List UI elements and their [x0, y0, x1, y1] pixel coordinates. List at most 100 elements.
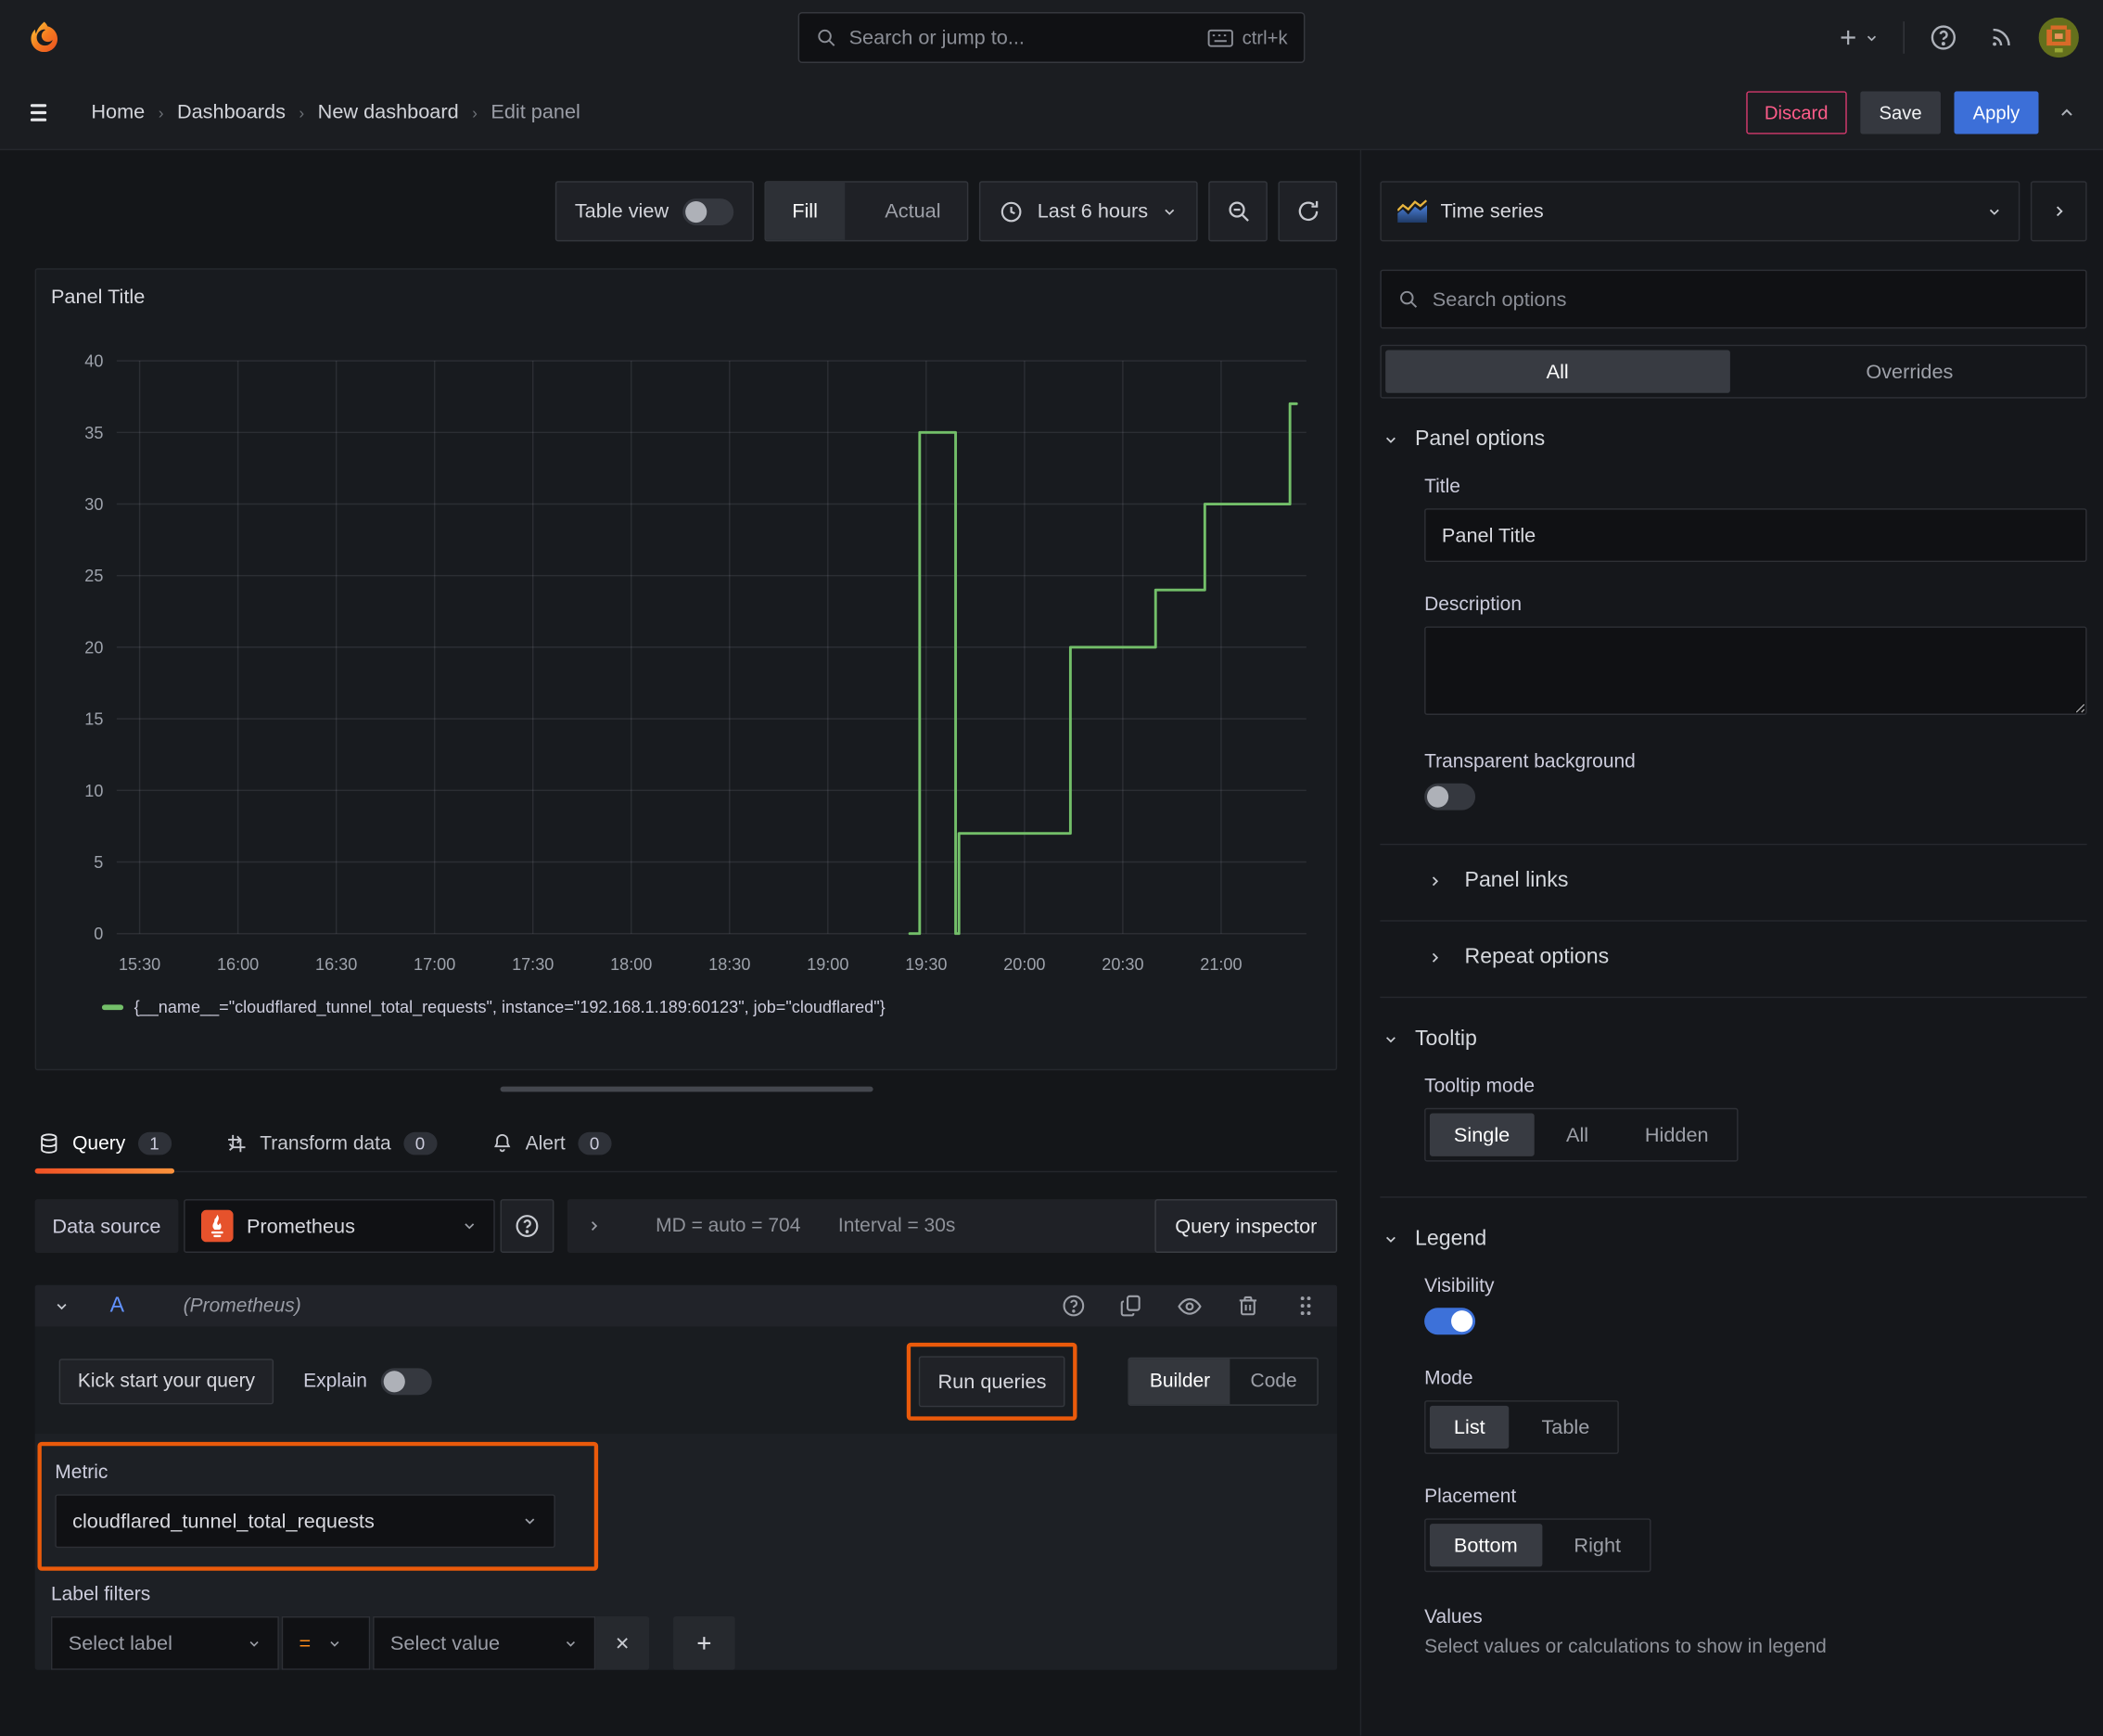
tooltip-section-title: Tooltip [1414, 1027, 1477, 1051]
legend-series-label[interactable]: {__name__="cloudflared_tunnel_total_requ… [134, 998, 886, 1016]
options-scope-tabs: All Overrides [1380, 344, 2087, 399]
query-a-header[interactable]: A (Prometheus) [34, 1284, 1338, 1327]
breadcrumb-dashboards[interactable]: Dashboards [177, 100, 286, 123]
tab-overrides[interactable]: Overrides [1738, 351, 2082, 393]
legend-visibility-toggle[interactable] [1424, 1308, 1476, 1335]
description-textarea[interactable] [1424, 626, 2087, 715]
chevron-right-icon [1432, 876, 1439, 887]
refresh-button[interactable] [1278, 181, 1338, 242]
panel-title[interactable]: Panel Title [51, 286, 1319, 309]
tab-query-label: Query [72, 1132, 126, 1155]
transparent-background-toggle[interactable] [1424, 783, 1476, 811]
remove-filter-button[interactable] [595, 1615, 650, 1670]
tab-alert[interactable]: Alert 0 [488, 1131, 614, 1171]
table-view-toggle[interactable] [682, 198, 733, 225]
metric-select[interactable]: cloudflared_tunnel_total_requests [55, 1494, 555, 1549]
select-value-dropdown[interactable]: Select value [373, 1615, 596, 1670]
placement-bottom-option[interactable]: Bottom [1429, 1524, 1542, 1567]
global-search-input[interactable]: Search or jump to... ctrl+k [797, 12, 1306, 63]
panel-options-title: Panel options [1414, 428, 1546, 452]
tab-alert-count: 0 [577, 1131, 612, 1155]
close-icon [617, 1638, 628, 1649]
user-avatar[interactable] [2038, 17, 2079, 58]
tooltip-hidden-option[interactable]: Hidden [1621, 1114, 1733, 1156]
description-field-label: Description [1424, 594, 1523, 616]
tooltip-all-option[interactable]: All [1542, 1114, 1612, 1156]
hide-response-icon[interactable] [1177, 1293, 1204, 1320]
legend-body: Visibility Mode List Table Placement Bot… [1424, 1276, 2087, 1658]
tooltip-section-header[interactable]: Tooltip [1383, 1028, 2086, 1052]
datasource-help-button[interactable] [500, 1199, 554, 1253]
fill-option[interactable]: Fill [765, 182, 845, 240]
builder-option[interactable]: Builder [1129, 1359, 1230, 1405]
legend-list-option[interactable]: List [1429, 1405, 1510, 1449]
query-actions-row: Kick start your query Explain Run querie… [35, 1327, 1337, 1435]
query-help-icon[interactable] [1061, 1293, 1086, 1318]
chevron-down-icon [1385, 1236, 1396, 1243]
duplicate-query-icon[interactable] [1118, 1293, 1143, 1318]
actual-option[interactable]: Actual [858, 183, 967, 240]
tab-query[interactable]: Query 1 [34, 1131, 174, 1174]
code-option[interactable]: Code [1230, 1359, 1318, 1404]
operator-dropdown[interactable]: = [281, 1615, 371, 1670]
chevron-right-icon [591, 1221, 597, 1231]
add-new-button[interactable] [1830, 20, 1884, 56]
plus-icon [1841, 30, 1855, 45]
annotation-box-metric: Metric cloudflared_tunnel_total_requests [37, 1441, 599, 1571]
breadcrumb-new-dashboard[interactable]: New dashboard [318, 100, 459, 123]
tab-all-options[interactable]: All [1385, 350, 1730, 393]
mega-menu-toggle[interactable] [21, 92, 61, 132]
panel-preview: Panel Title 0 5 10 15 20 25 30 35 40 15:30 16:00 16… [34, 268, 1338, 1071]
tab-query-count: 1 [137, 1131, 172, 1155]
discard-button[interactable]: Discard [1745, 90, 1847, 134]
help-button[interactable] [1923, 18, 1963, 57]
legend-table-option[interactable]: Table [1517, 1406, 1613, 1449]
legend-values-help: Select values or calculations to show in… [1424, 1636, 1827, 1658]
visualization-picker[interactable]: Time series [1380, 181, 2020, 242]
collapse-options-pane-button[interactable] [2030, 181, 2087, 242]
tooltip-single-option[interactable]: Single [1429, 1113, 1535, 1156]
options-search[interactable] [1380, 269, 2087, 329]
tooltip-mode-switch: Single All Hidden [1424, 1107, 1739, 1162]
placement-right-option[interactable]: Right [1549, 1524, 1645, 1566]
panel-preview-toolbar: Table view Fill Actual Last 6 hours [35, 181, 1338, 242]
time-range-picker[interactable]: Last 6 hours [979, 181, 1198, 242]
explain-toggle[interactable] [380, 1368, 432, 1396]
label-filters-section: Label filters Select label = Select valu… [50, 1584, 1313, 1670]
panel-resize-handle[interactable] [499, 1086, 873, 1092]
datasource-picker[interactable]: Prometheus [183, 1199, 495, 1253]
repeat-options-section[interactable]: Repeat options [1427, 946, 2087, 970]
run-queries-button[interactable]: Run queries [919, 1356, 1065, 1408]
svg-text:16:00: 16:00 [217, 955, 259, 974]
kick-start-query-button[interactable]: Kick start your query [58, 1359, 274, 1405]
select-value-placeholder: Select value [389, 1631, 501, 1655]
add-filter-button[interactable] [673, 1615, 735, 1670]
grafana-logo[interactable] [21, 15, 67, 60]
apply-button[interactable]: Apply [1954, 90, 2039, 134]
annotation-box-run-queries: Run queries [907, 1342, 1077, 1421]
news-button[interactable] [1982, 19, 2020, 57]
drag-handle-icon[interactable] [1293, 1293, 1318, 1318]
collapse-header-button[interactable] [2052, 97, 2082, 127]
delete-query-icon[interactable] [1235, 1293, 1260, 1318]
panel-links-section[interactable]: Panel links [1427, 869, 2087, 893]
save-button[interactable]: Save [1860, 90, 1941, 134]
zoom-out-button[interactable] [1208, 181, 1268, 242]
transform-icon [227, 1134, 246, 1153]
zoom-out-icon [1228, 201, 1249, 222]
panel-title-input[interactable] [1424, 508, 2087, 563]
interval-text: Interval = 30s [837, 1215, 956, 1237]
editor-tabs: Query 1 Transform data 0 Alert 0 [34, 1111, 1338, 1174]
select-label-dropdown[interactable]: Select label [50, 1615, 279, 1670]
panel-options-section-header[interactable]: Panel options [1383, 428, 2086, 452]
query-inspector-button[interactable]: Query inspector [1154, 1199, 1338, 1253]
chart-legend: {__name__="cloudflared_tunnel_total_requ… [51, 998, 1319, 1016]
breadcrumb-home[interactable]: Home [91, 100, 145, 123]
chevron-down-icon [1385, 437, 1396, 443]
query-ref-id[interactable]: A [110, 1294, 124, 1318]
shortcut-hint: ctrl+k [1207, 27, 1288, 48]
grafana-flame-icon [31, 21, 58, 53]
tab-transform-data[interactable]: Transform data 0 [223, 1131, 440, 1171]
legend-section-header[interactable]: Legend [1383, 1227, 2086, 1251]
options-search-input[interactable] [1432, 287, 2070, 311]
